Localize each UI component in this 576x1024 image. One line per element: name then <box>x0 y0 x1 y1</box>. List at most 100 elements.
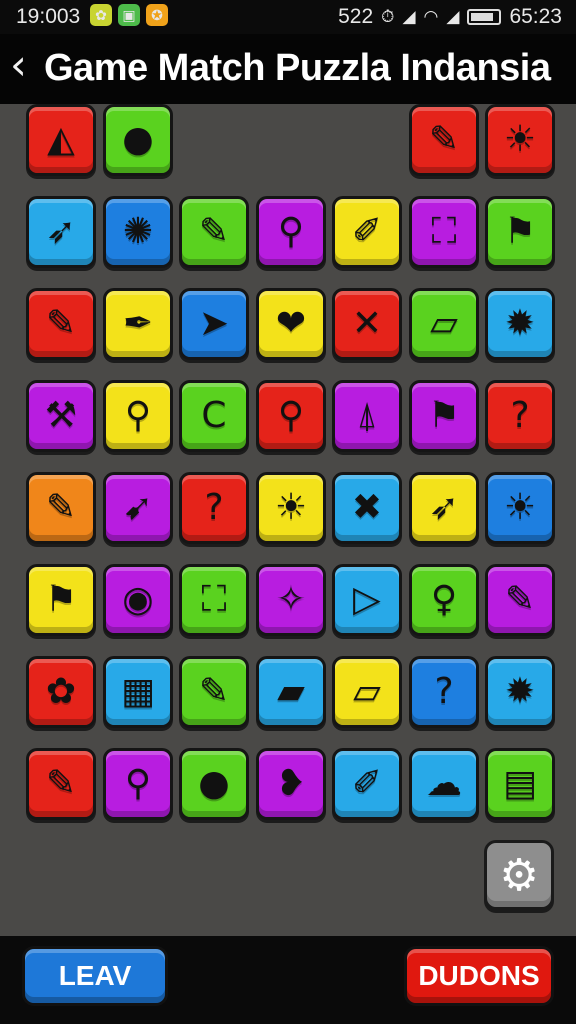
magnifier-icon: ⚲ <box>277 211 305 252</box>
paper-plane-icon: ➤ <box>198 303 230 344</box>
tile-r6-c6[interactable]: ♀ <box>409 564 479 636</box>
tile-r7-c4[interactable]: ▰ <box>256 656 326 728</box>
pie-icon: ◉ <box>122 579 154 620</box>
tile-r8-c2[interactable]: ⚲ <box>103 748 173 820</box>
pencil-icon: ✎ <box>428 119 460 160</box>
tile-r8-c4[interactable]: ❥ <box>256 748 326 820</box>
tile-r2-c2[interactable]: ✺ <box>103 196 173 268</box>
tile-r4-c5[interactable]: ⍋ <box>332 380 402 452</box>
dudons-button[interactable]: DUDONS <box>404 946 554 1006</box>
tile-r5-c1[interactable]: ✎ <box>26 472 96 544</box>
tile-r6-c7[interactable]: ✎ <box>485 564 555 636</box>
cart-icon: ⛶ <box>201 579 227 620</box>
page-title: Game Match Puzzla Indansia <box>44 47 551 89</box>
signal-icon: ◢ <box>402 7 416 26</box>
alarm-icon: ⏱ <box>381 7 395 26</box>
tile-r2-c4[interactable]: ⚲ <box>256 196 326 268</box>
tile-r5-c3[interactable]: ? <box>179 472 249 544</box>
flag-icon: ⚑ <box>44 579 78 620</box>
tile-r3-c1[interactable]: ✎ <box>26 288 96 360</box>
tile-r4-c2[interactable]: ⚲ <box>103 380 173 452</box>
tile-r4-c3[interactable]: C <box>179 380 249 452</box>
tile-r8-c6[interactable]: ☁ <box>409 748 479 820</box>
tile-r3-c4[interactable]: ❤ <box>256 288 326 360</box>
tile-r8-c5[interactable]: ✐ <box>332 748 402 820</box>
tile-r5-c2[interactable]: ➹ <box>103 472 173 544</box>
tile-r2-c5[interactable]: ✐ <box>332 196 402 268</box>
letter-c-icon: C <box>201 395 227 436</box>
tile-r1-c1[interactable]: ◭ <box>26 104 96 176</box>
leave-button[interactable]: LEAV <box>22 946 168 1006</box>
tile-r3-c5[interactable]: ✕ <box>332 288 402 360</box>
tile-r5-c4[interactable]: ☀ <box>256 472 326 544</box>
jar-icon: ▣ <box>118 4 140 26</box>
tile-r4-c7[interactable]: ? <box>485 380 555 452</box>
tile-r1-c2[interactable]: ● <box>103 104 173 176</box>
tile-r8-c3[interactable]: ● <box>179 748 249 820</box>
pizza-icon: ◭ <box>47 119 75 160</box>
magnifier-icon: ⚲ <box>124 395 152 436</box>
tile-r6-c3[interactable]: ⛶ <box>179 564 249 636</box>
status-time: 19:003 <box>16 5 81 28</box>
tile-r2-c3[interactable]: ✎ <box>179 196 249 268</box>
flag-icon: ⚑ <box>427 395 461 436</box>
bow-icon: ➹ <box>122 487 154 528</box>
tile-r3-c7[interactable]: ✹ <box>485 288 555 360</box>
compass-icon: ✕ <box>351 303 383 344</box>
tile-r3-c6[interactable]: ▱ <box>409 288 479 360</box>
status-number: 522 <box>338 5 374 28</box>
tile-r7-c1[interactable]: ✿ <box>26 656 96 728</box>
tile-r2-c7[interactable]: ⚑ <box>485 196 555 268</box>
game-board: ◭ ● ✎ ☀ ➶ ✺ ✎ ⚲ ✐ ⛶ ⚑ ✎ ✒ ➤ ❤ ✕ ▱ ✹ ⚒ ⚲ C ⚲ ⍋ ⚑? ✎ ➹? ☀ ✖ ➶ ☀ ⚑ ◉ ⛶ ✧ ▷ ♀ ✎ ✿… <box>0 104 576 936</box>
tile-r1-c7[interactable]: ☀ <box>485 104 555 176</box>
tile-r7-c6[interactable]: ? <box>409 656 479 728</box>
tile-r4-c1[interactable]: ⚒ <box>26 380 96 452</box>
settings-button[interactable]: ⚙ <box>484 840 554 910</box>
tile-r5-c5[interactable]: ✖ <box>332 472 402 544</box>
status-bar: 19:003 ✿ ▣ ✪ 522 ⏱ ◢ ◠ ◢ 65:23 <box>0 0 576 34</box>
tile-r5-c7[interactable]: ☀ <box>485 472 555 544</box>
back-arrow-icon[interactable]: ‹ <box>10 44 27 86</box>
tile-r3-c3[interactable]: ➤ <box>179 288 249 360</box>
tile-r3-c2[interactable]: ✒ <box>103 288 173 360</box>
gem-icon: ✹ <box>504 303 536 344</box>
pencil-icon: ✎ <box>45 763 77 804</box>
cart-icon: ⛶ <box>431 211 457 252</box>
question-icon: ? <box>434 671 454 712</box>
tile-r2-c1[interactable]: ➶ <box>26 196 96 268</box>
status-clock: 65:23 <box>509 5 562 28</box>
tile-r6-c1[interactable]: ⚑ <box>26 564 96 636</box>
status-right-group: 522 ⏱ ◢ ◠ ◢ 65:23 <box>338 5 562 29</box>
status-notification-icons: ✿ ▣ ✪ <box>90 4 168 26</box>
note-icon: ▱ <box>430 303 458 344</box>
crayon-icon: ✎ <box>45 303 77 344</box>
tile-r7-c3[interactable]: ✎ <box>179 656 249 728</box>
tile-r4-c4[interactable]: ⚲ <box>256 380 326 452</box>
tile-r6-c4[interactable]: ✧ <box>256 564 326 636</box>
tile-r8-c1[interactable]: ✎ <box>26 748 96 820</box>
apple-icon: ❤ <box>275 303 307 344</box>
question-icon: ? <box>510 395 530 436</box>
eraser-icon: ▰ <box>277 671 305 712</box>
flower-icon: ✿ <box>90 4 112 26</box>
wand-icon: ✧ <box>275 579 307 620</box>
broom-icon: ⚒ <box>44 395 78 436</box>
tile-r8-c7[interactable]: ▤ <box>485 748 555 820</box>
tile-r6-c5[interactable]: ▷ <box>332 564 402 636</box>
balloon-icon: ● <box>198 763 230 804</box>
rocket-icon: ➶ <box>428 487 460 528</box>
brush-icon: ✐ <box>351 211 383 252</box>
coin-icon: ✪ <box>146 4 168 26</box>
tile-r5-c6[interactable]: ➶ <box>409 472 479 544</box>
tile-r2-c6[interactable]: ⛶ <box>409 196 479 268</box>
heart-wand-icon: ❥ <box>275 763 307 804</box>
easel-icon: ⍋ <box>356 395 378 436</box>
tile-r7-c7[interactable]: ✹ <box>485 656 555 728</box>
cloud-icon: ☁ <box>426 763 462 804</box>
tile-r6-c2[interactable]: ◉ <box>103 564 173 636</box>
tile-r1-c6[interactable]: ✎ <box>409 104 479 176</box>
balloon-icon: ● <box>122 119 154 160</box>
tile-r7-c2[interactable]: ▦ <box>103 656 173 728</box>
tile-r7-c5[interactable]: ▱ <box>332 656 402 728</box>
tile-r4-c6[interactable]: ⚑ <box>409 380 479 452</box>
